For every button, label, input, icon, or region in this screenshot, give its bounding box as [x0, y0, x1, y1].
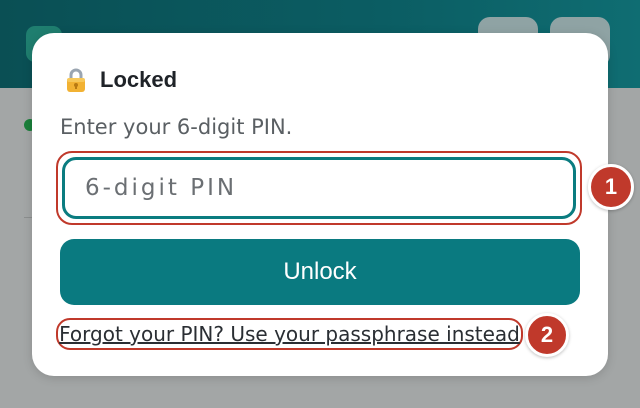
lock-icon — [62, 66, 90, 94]
lock-dialog: Locked Enter your 6-digit PIN. Unlock Fo… — [32, 33, 608, 376]
pin-field-annotation — [56, 151, 582, 225]
dialog-header: Locked — [62, 65, 177, 95]
pin-input[interactable] — [62, 157, 576, 219]
forgot-link-annotation: Forgot your PIN? Use your passphrase ins… — [56, 318, 523, 350]
unlock-button[interactable]: Unlock — [60, 239, 580, 305]
annotation-badge-1: 1 — [588, 164, 634, 210]
dialog-instructions: Enter your 6-digit PIN. — [60, 115, 293, 139]
forgot-pin-link[interactable]: Forgot your PIN? Use your passphrase ins… — [59, 322, 520, 346]
annotation-badge-2: 2 — [525, 313, 569, 357]
dialog-title: Locked — [100, 67, 178, 92]
